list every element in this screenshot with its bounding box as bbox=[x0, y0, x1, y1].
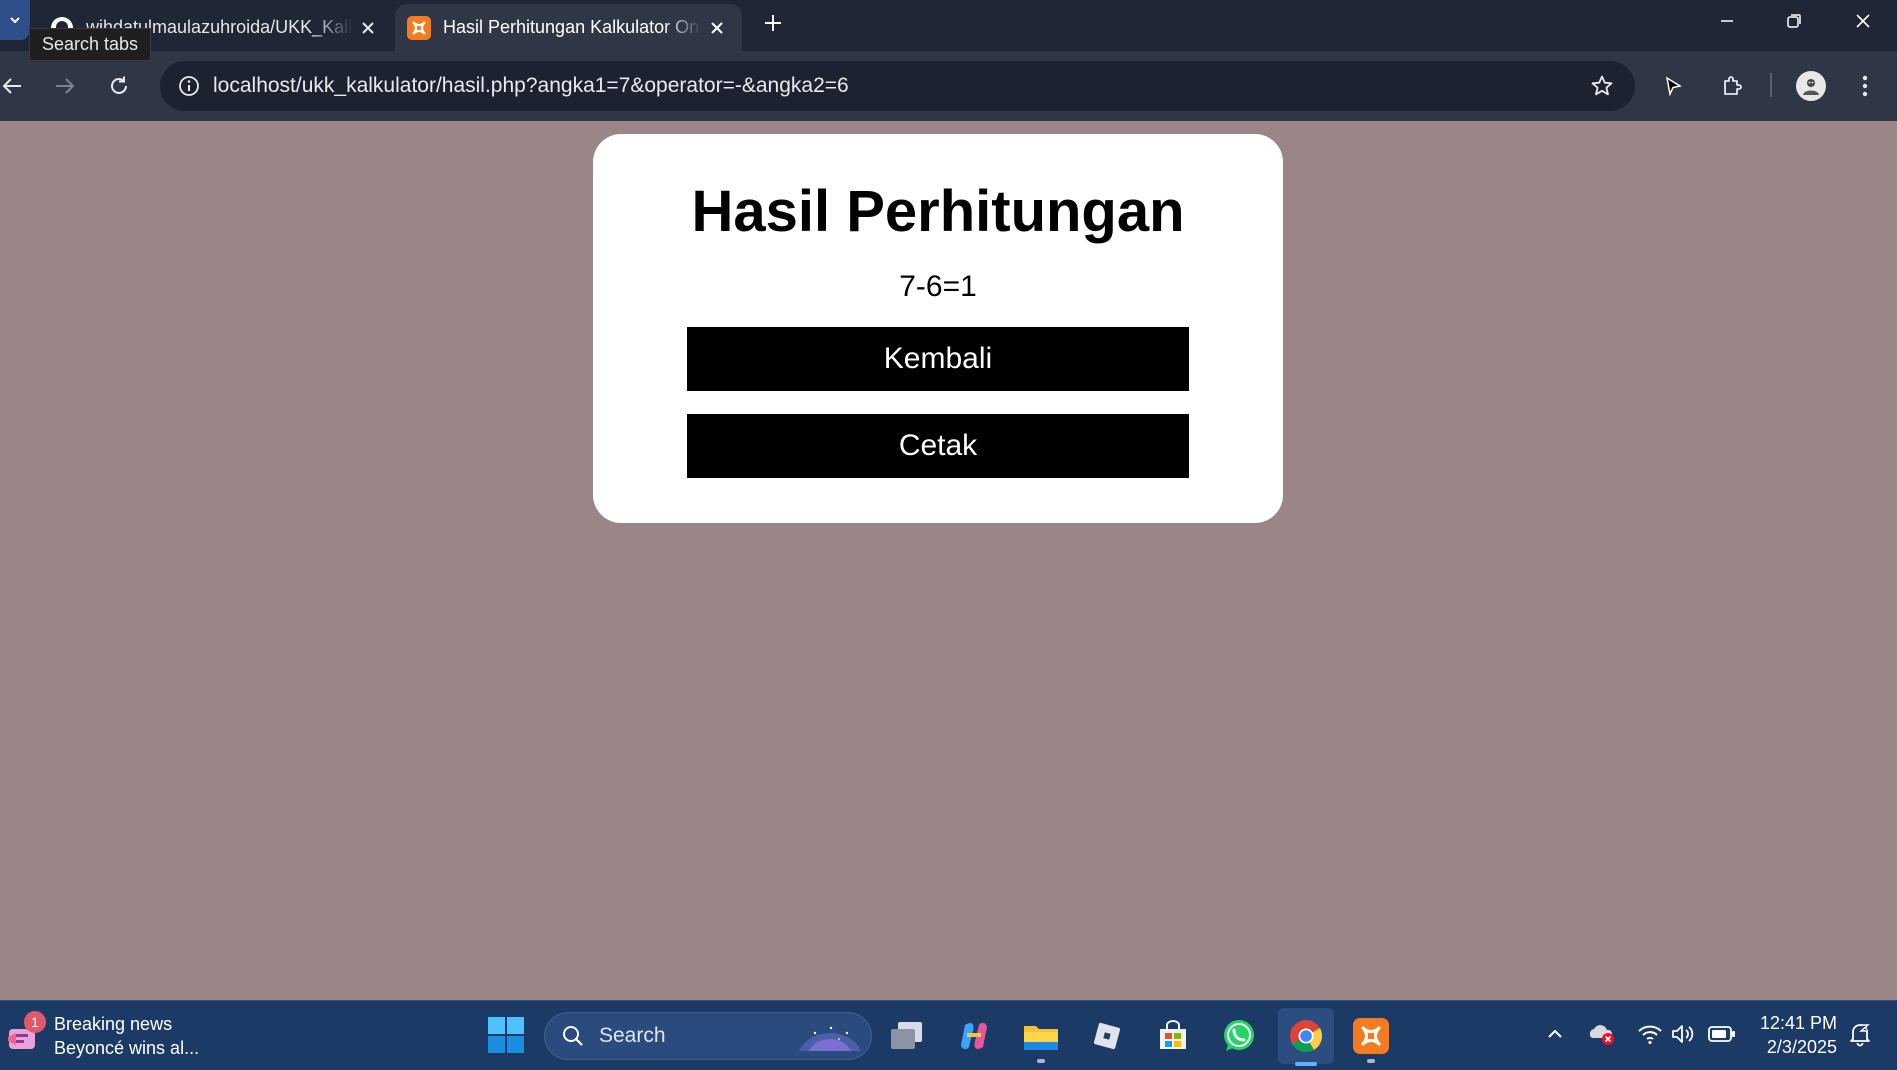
search-icon bbox=[559, 1022, 587, 1050]
url-text: localhost/ukk_kalkulator/hasil.php?angka… bbox=[213, 74, 849, 97]
restore-icon bbox=[1787, 14, 1801, 28]
forward-button[interactable] bbox=[45, 66, 85, 106]
profile-avatar[interactable] bbox=[1791, 66, 1831, 106]
chevron-down-icon bbox=[10, 17, 20, 24]
copilot-icon[interactable] bbox=[949, 1011, 999, 1061]
battery-icon[interactable] bbox=[1707, 1019, 1737, 1049]
close-icon[interactable] bbox=[702, 13, 732, 43]
close-icon bbox=[1856, 14, 1870, 28]
news-widget[interactable]: 1 Breaking news Beyoncé wins al... bbox=[6, 1009, 199, 1063]
result-card: Hasil Perhitungan 7-6=1 Kembali Cetak bbox=[593, 134, 1283, 523]
news-subtitle: Beyoncé wins al... bbox=[54, 1038, 200, 1058]
volume-icon[interactable] bbox=[1668, 1019, 1698, 1049]
wifi-icon[interactable] bbox=[1635, 1019, 1665, 1049]
new-tab-button[interactable] bbox=[758, 8, 788, 38]
browser-toolbar: localhost/ukk_kalkulator/hasil.php?angka… bbox=[0, 51, 1897, 121]
notification-bell-icon[interactable] bbox=[1845, 1019, 1875, 1049]
tab-search-button[interactable] bbox=[0, 0, 30, 40]
print-button-cetak[interactable]: Cetak bbox=[687, 414, 1189, 478]
chrome-icon[interactable] bbox=[1278, 1008, 1334, 1066]
avatar bbox=[1796, 71, 1826, 101]
search-tabs-tooltip: Search tabs bbox=[29, 28, 152, 61]
extension-cursor-icon[interactable] bbox=[1653, 66, 1693, 106]
clock-date: 2/3/2025 bbox=[1766, 1037, 1837, 1057]
close-window-button[interactable] bbox=[1833, 0, 1893, 42]
browser-menu-button[interactable] bbox=[1845, 66, 1885, 106]
arrow-left-icon bbox=[2, 78, 21, 94]
whatsapp-icon[interactable] bbox=[1214, 1011, 1264, 1061]
tab-strip: wihdatulmaulazuhroida/UKK_Kalkulator Has… bbox=[0, 0, 1897, 51]
active-indicator bbox=[1295, 1062, 1317, 1066]
notification-badge: 1 bbox=[24, 1011, 46, 1033]
back-button[interactable] bbox=[0, 66, 32, 106]
search-placeholder: Search bbox=[599, 1024, 666, 1047]
tab-hasil-perhitungan[interactable]: Hasil Perhitungan Kalkulator Online bbox=[395, 4, 742, 51]
system-clock[interactable]: 12:41 PM 2/3/2025 bbox=[1745, 1011, 1837, 1059]
arrow-right-icon bbox=[56, 78, 75, 94]
xampp-icon bbox=[407, 15, 431, 40]
news-icon: 1 bbox=[6, 1011, 46, 1055]
more-vertical-icon bbox=[1862, 75, 1868, 97]
onedrive-error-icon[interactable] bbox=[1586, 1019, 1616, 1049]
running-indicator bbox=[1367, 1059, 1375, 1063]
running-indicator bbox=[1037, 1059, 1045, 1063]
reload-icon bbox=[111, 76, 127, 94]
task-view-icon[interactable] bbox=[882, 1011, 932, 1061]
news-title: Breaking news bbox=[54, 1014, 173, 1034]
extensions-puzzle-icon[interactable] bbox=[1712, 66, 1752, 106]
start-button[interactable] bbox=[486, 1015, 526, 1055]
reload-button[interactable] bbox=[99, 66, 139, 106]
page-title: Hasil Perhitungan bbox=[691, 179, 1185, 244]
microsoft-store-icon[interactable] bbox=[1148, 1011, 1198, 1061]
toolbar-divider bbox=[1770, 73, 1772, 97]
plus-icon bbox=[765, 15, 781, 31]
back-button-kembali[interactable]: Kembali bbox=[687, 327, 1189, 391]
file-explorer-icon[interactable] bbox=[1016, 1011, 1066, 1063]
windows-logo-icon bbox=[488, 1017, 524, 1053]
site-info-icon[interactable] bbox=[172, 69, 206, 103]
search-highlight-illustration-icon bbox=[799, 1026, 861, 1051]
taskbar-search[interactable]: Search bbox=[544, 1012, 872, 1060]
minimize-icon bbox=[1721, 20, 1733, 22]
roblox-icon[interactable] bbox=[1082, 1011, 1132, 1061]
minimize-button[interactable] bbox=[1697, 0, 1757, 42]
restore-button[interactable] bbox=[1764, 0, 1824, 42]
address-bar[interactable]: localhost/ukk_kalkulator/hasil.php?angka… bbox=[160, 61, 1635, 111]
tab-title: Hasil Perhitungan Kalkulator Online bbox=[443, 17, 702, 37]
show-hidden-icons-chevron-up-icon[interactable] bbox=[1540, 1019, 1570, 1049]
close-icon[interactable] bbox=[353, 13, 383, 43]
windows-taskbar: 1 Breaking news Beyoncé wins al... Searc… bbox=[0, 1000, 1897, 1070]
calculation-result: 7-6=1 bbox=[899, 270, 977, 303]
clock-time: 12:41 PM bbox=[1759, 1013, 1837, 1033]
bookmark-star-icon[interactable] bbox=[1587, 71, 1617, 101]
xampp-icon[interactable] bbox=[1346, 1011, 1396, 1063]
